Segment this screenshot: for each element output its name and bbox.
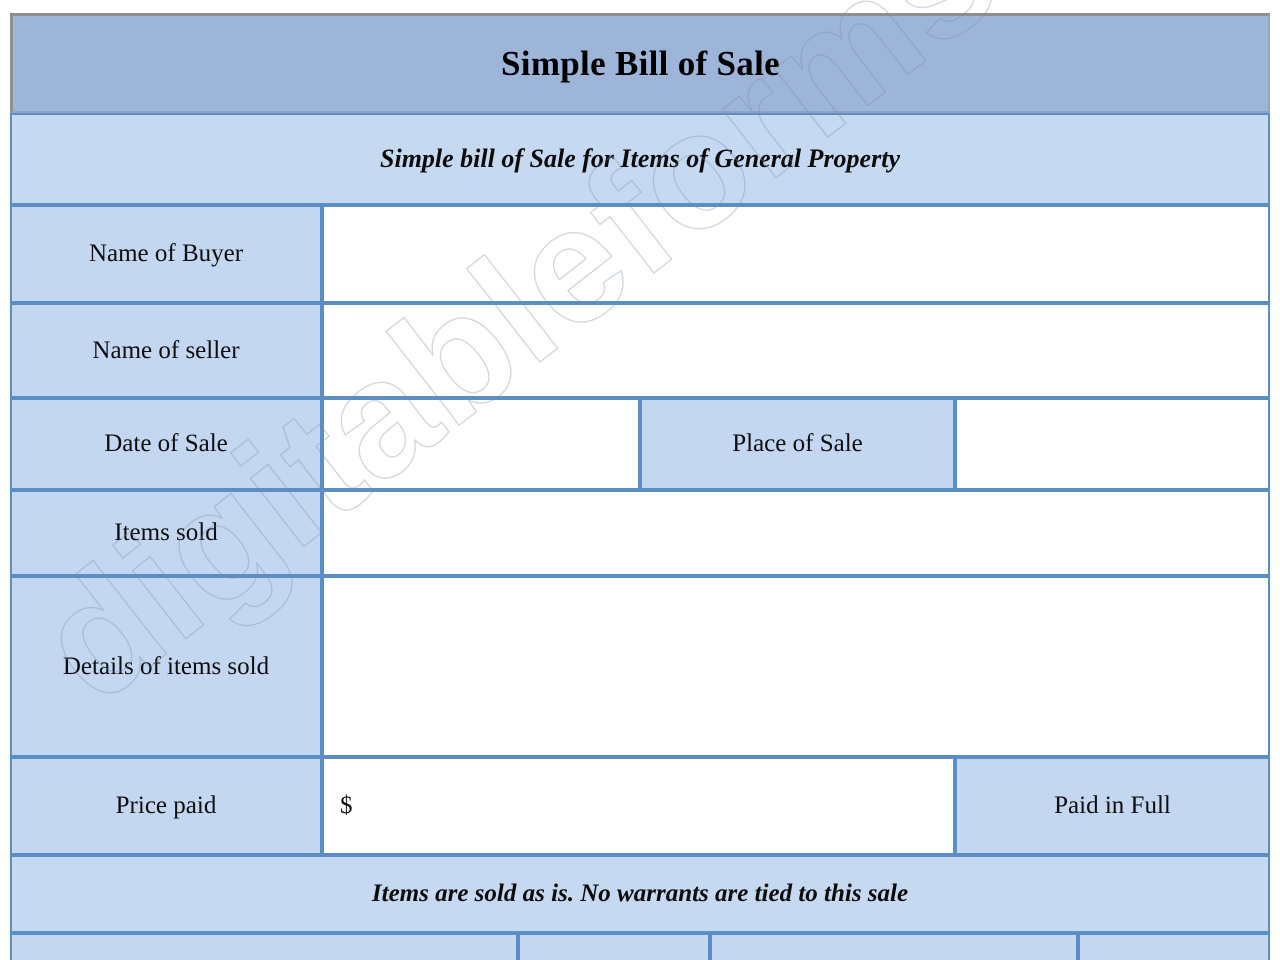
label-name-of-seller: Name of seller bbox=[10, 303, 322, 398]
input-name-of-buyer[interactable] bbox=[322, 205, 1270, 303]
input-details-of-items-sold[interactable] bbox=[322, 576, 1270, 757]
document-subtitle: Simple bill of Sale for Items of General… bbox=[380, 144, 900, 173]
bottom-cell-4[interactable] bbox=[1078, 933, 1270, 960]
document-title-bar: Simple Bill of Sale bbox=[10, 13, 1270, 113]
row-date-and-place-of-sale: Date of Sale Place of Sale bbox=[10, 398, 1270, 490]
label-price-paid: Price paid bbox=[10, 757, 322, 855]
terms-text: Items are sold as is. No warrants are ti… bbox=[371, 880, 909, 907]
bottom-cell-1[interactable] bbox=[10, 933, 518, 960]
label-date-of-sale-text: Date of Sale bbox=[104, 430, 228, 457]
currency-symbol: $ bbox=[340, 792, 353, 819]
input-name-of-seller[interactable] bbox=[322, 303, 1270, 398]
label-date-of-sale: Date of Sale bbox=[10, 398, 322, 490]
terms-and-conditions-bar: Items are sold as is. No warrants are ti… bbox=[10, 855, 1270, 933]
label-details-of-items-sold-text: Details of items sold bbox=[62, 652, 270, 680]
bottom-cell-2[interactable] bbox=[518, 933, 710, 960]
label-paid-in-full-text: Paid in Full bbox=[1054, 792, 1171, 819]
input-price-paid[interactable]: $ bbox=[322, 757, 955, 855]
label-items-sold-text: Items sold bbox=[114, 519, 218, 546]
page-title: Simple Bill of Sale bbox=[501, 43, 780, 83]
label-place-of-sale-text: Place of Sale bbox=[732, 430, 863, 457]
row-name-of-buyer: Name of Buyer bbox=[10, 205, 1270, 303]
label-name-of-seller-text: Name of seller bbox=[92, 336, 240, 364]
label-paid-in-full: Paid in Full bbox=[955, 757, 1270, 855]
label-price-paid-text: Price paid bbox=[115, 792, 217, 819]
input-place-of-sale[interactable] bbox=[955, 398, 1270, 490]
label-name-of-buyer-text: Name of Buyer bbox=[88, 240, 244, 267]
row-price-paid: Price paid $ Paid in Full bbox=[10, 757, 1270, 855]
row-details-of-items-sold: Details of items sold bbox=[10, 576, 1270, 757]
row-name-of-seller: Name of seller bbox=[10, 303, 1270, 398]
label-details-of-items-sold: Details of items sold bbox=[10, 576, 322, 757]
document-subtitle-bar: Simple bill of Sale for Items of General… bbox=[10, 113, 1270, 205]
input-items-sold[interactable] bbox=[322, 490, 1270, 576]
bottom-cell-3[interactable] bbox=[710, 933, 1078, 960]
label-items-sold: Items sold bbox=[10, 490, 322, 576]
row-items-sold: Items sold bbox=[10, 490, 1270, 576]
bill-of-sale-document: digitableforms.com Simple Bill of Sale S… bbox=[0, 0, 1280, 960]
label-name-of-buyer: Name of Buyer bbox=[10, 205, 322, 303]
input-date-of-sale[interactable] bbox=[322, 398, 640, 490]
bottom-signature-row bbox=[10, 933, 1270, 960]
label-place-of-sale: Place of Sale bbox=[640, 398, 955, 490]
